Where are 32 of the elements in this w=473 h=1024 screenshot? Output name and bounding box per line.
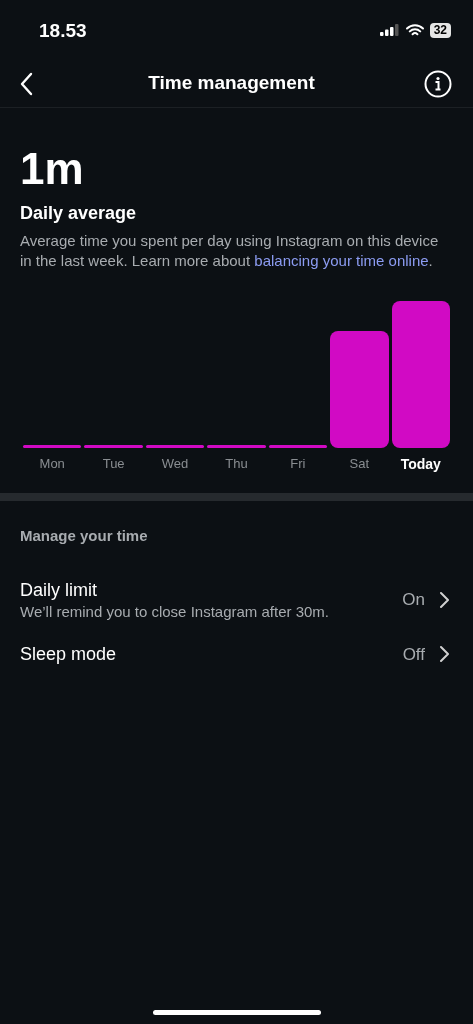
settings-row[interactable]: Sleep mode Off xyxy=(0,631,473,677)
battery-indicator: 32 xyxy=(429,22,451,38)
chart-bar xyxy=(207,445,266,448)
chevron-icon xyxy=(439,590,449,609)
chart-bar xyxy=(23,445,82,448)
setting-title: Daily limit xyxy=(20,578,98,602)
chevron-icon xyxy=(439,645,449,664)
chart-bar xyxy=(84,445,143,448)
day-label[interactable]: Wed xyxy=(161,454,189,474)
chart-bar xyxy=(145,445,205,448)
setting-value: Off xyxy=(402,643,425,666)
day-label[interactable]: Today xyxy=(400,454,441,475)
setting-description: We’ll remind you to close Instagram after 30m. xyxy=(20,601,330,622)
screen-title: Time management xyxy=(148,71,315,96)
day-label[interactable]: Fri xyxy=(290,454,306,474)
day-label[interactable]: Sat xyxy=(349,454,370,474)
status-time: 18.53 xyxy=(39,18,87,43)
settings-row[interactable]: Daily limit We’ll remind you to close Instagram after 30m. On xyxy=(0,567,473,632)
setting-title: Sleep mode xyxy=(20,643,117,667)
day-label[interactable]: Mon xyxy=(39,454,65,474)
signal-icon xyxy=(379,24,400,36)
info-button[interactable] xyxy=(423,68,453,99)
wifi-icon xyxy=(405,23,424,37)
day-label[interactable]: Tue xyxy=(102,454,125,474)
chart-bar xyxy=(268,445,328,448)
average-value: 1m xyxy=(20,146,85,192)
setting-value: On xyxy=(402,588,425,611)
balancing-link[interactable]: balancing your time online xyxy=(254,252,429,269)
description-text: Average time you spent per day using Instagram on this device in the last week. Learn more about balancing your time online. xyxy=(20,231,440,271)
day-label[interactable]: Thu xyxy=(225,454,248,474)
section-title: Manage your time xyxy=(19,526,149,546)
average-label: Daily average xyxy=(20,202,138,225)
